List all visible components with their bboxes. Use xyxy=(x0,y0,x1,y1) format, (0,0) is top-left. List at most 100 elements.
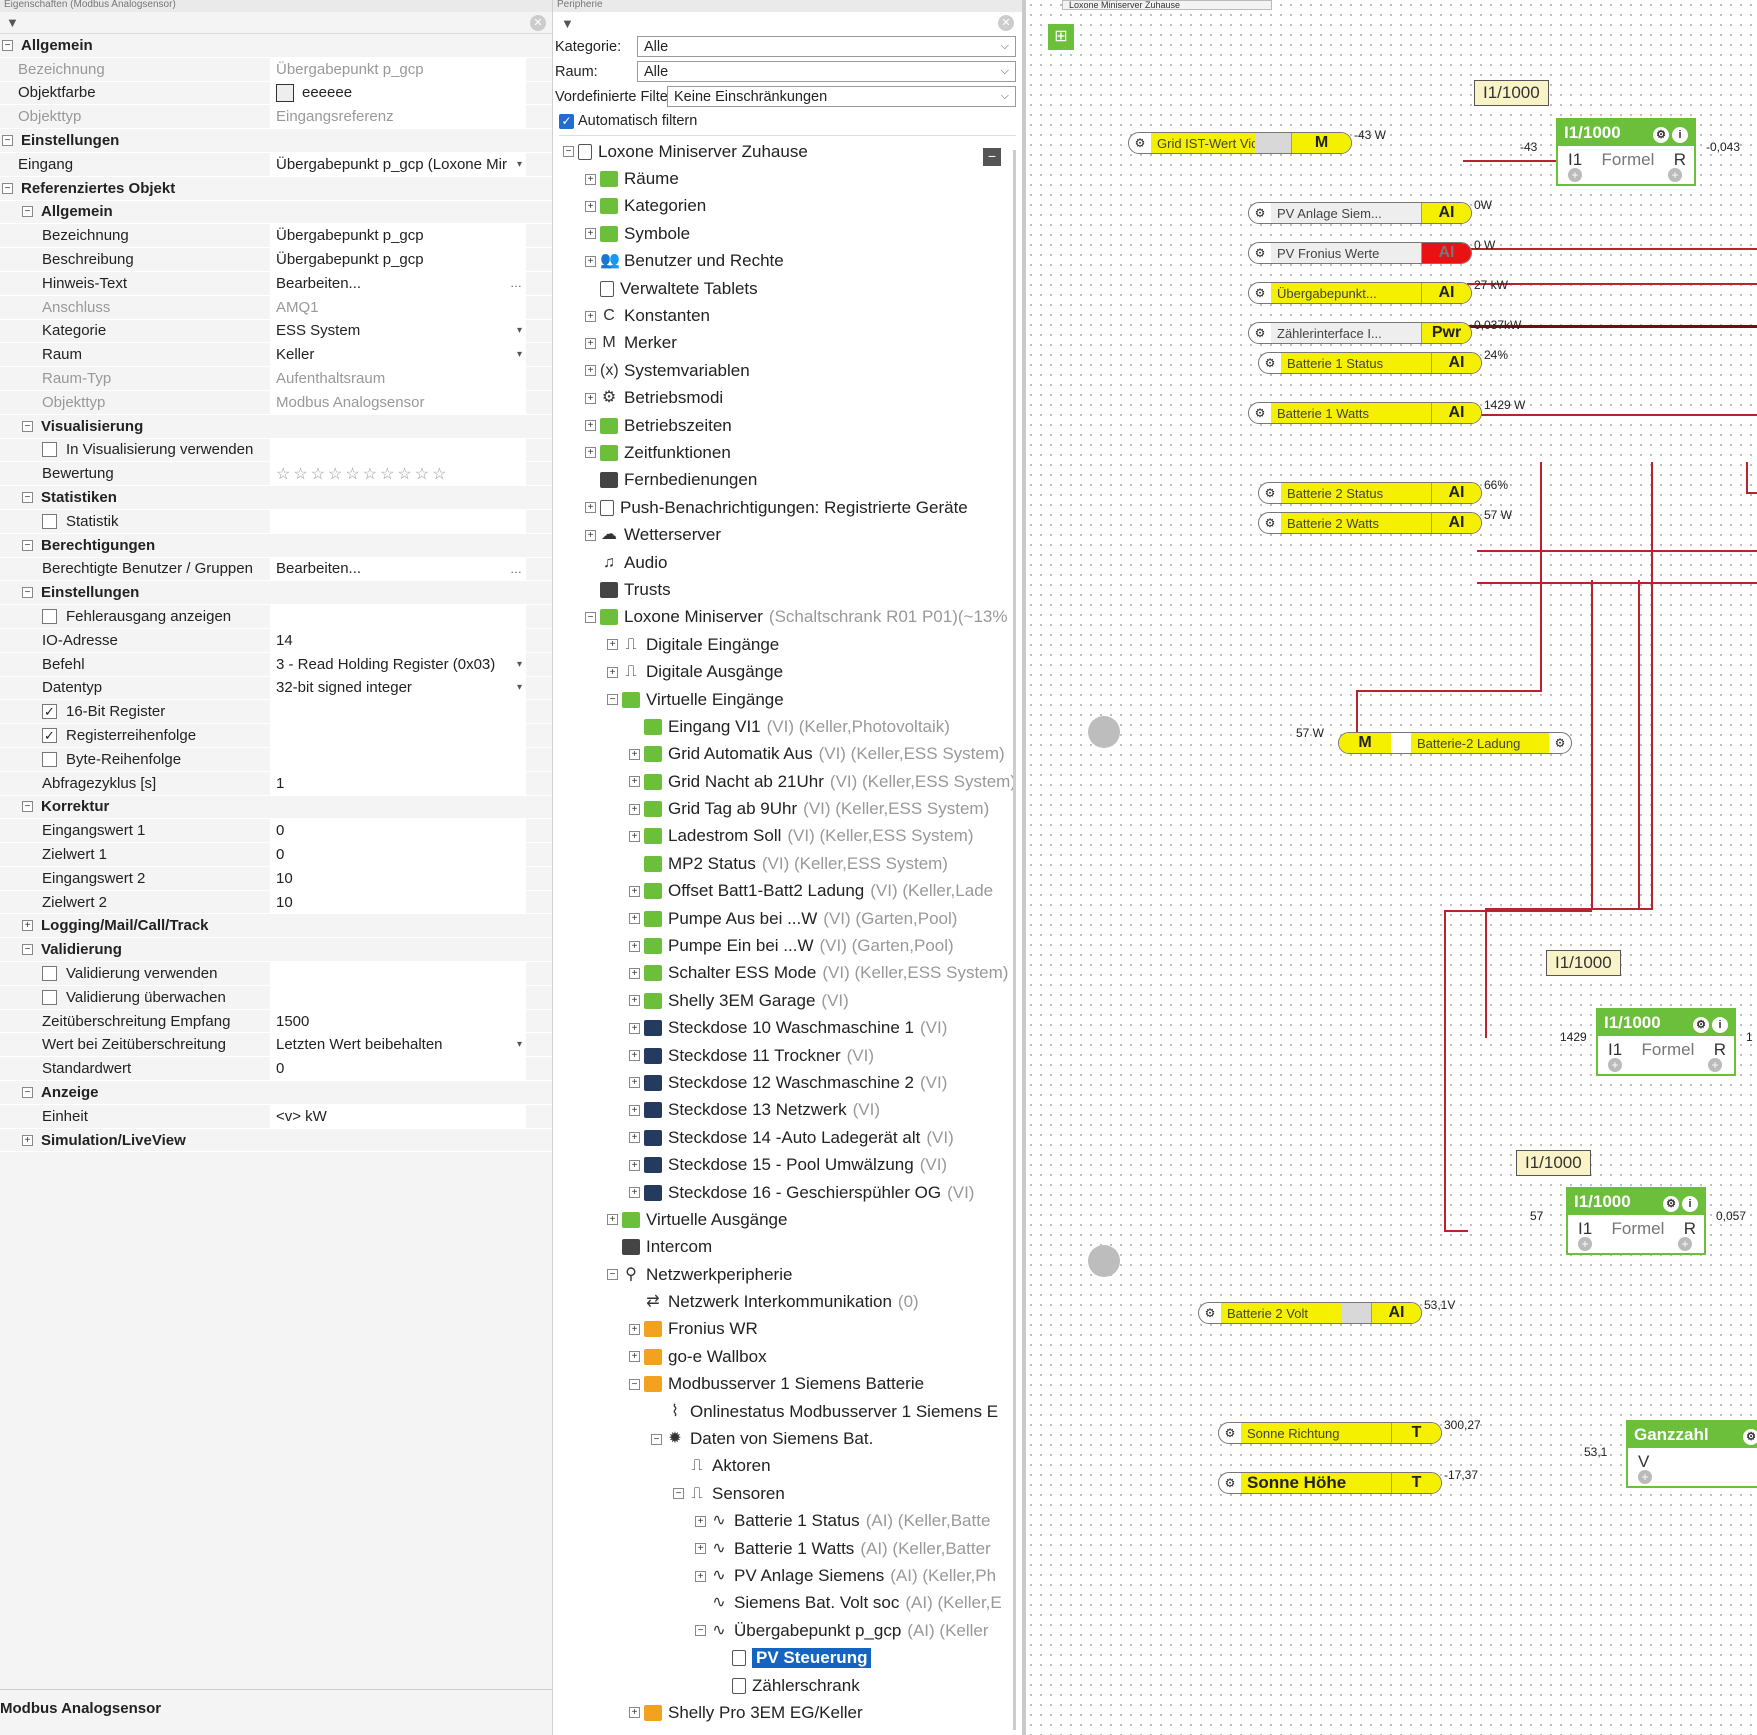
info-icon[interactable]: i xyxy=(1682,1196,1698,1212)
checkbox[interactable] xyxy=(42,609,57,625)
predefined-filter-select[interactable]: Keine Einschränkungen ⌵ xyxy=(667,86,1016,107)
checkbox[interactable] xyxy=(42,989,57,1005)
property-value[interactable] xyxy=(270,438,526,462)
collapse-icon[interactable]: − xyxy=(563,146,574,158)
add-output-icon[interactable]: + xyxy=(1678,1237,1692,1251)
expand-icon[interactable]: + xyxy=(629,995,640,1007)
tree-node[interactable]: + Kategorien xyxy=(553,193,1022,220)
property-value[interactable]: 0 xyxy=(270,1057,526,1081)
checkbox[interactable]: ✓ xyxy=(42,728,57,743)
tree-node[interactable]: + Grid Nacht ab 21Uhr (VI) (Keller,ESS Sys… xyxy=(553,768,1022,795)
formula-block[interactable]: I1/1000 ⚙ i I1 Formel R + + xyxy=(1596,1008,1736,1076)
property-value[interactable]: Übergabepunkt p_gcp xyxy=(270,57,526,81)
property-value[interactable] xyxy=(270,605,526,628)
tree-node[interactable]: + ⚙ Betriebsmodi xyxy=(553,385,1022,412)
collapse-icon[interactable]: − xyxy=(2,135,13,147)
tree-node[interactable]: − ⎍ Sensoren xyxy=(553,1480,1022,1507)
gear-icon[interactable]: ⚙ xyxy=(1249,206,1271,220)
input-block-sonne-richtung[interactable]: ⚙ Sonne Richtung T xyxy=(1218,1422,1442,1444)
gear-icon[interactable]: ⚙ xyxy=(1219,1426,1241,1440)
input-block-zaehler[interactable]: ⚙ Zählerinterface I... Pwr xyxy=(1248,322,1472,344)
tree-node[interactable]: + M Merker xyxy=(553,330,1022,357)
expand-icon[interactable]: + xyxy=(629,1050,640,1062)
tree-node[interactable]: + Räume xyxy=(553,165,1022,192)
formula-block[interactable]: I1/1000 ⚙ i I1 Formel R + + xyxy=(1556,118,1696,186)
property-section[interactable]: − Berechtigungen xyxy=(0,534,552,558)
expand-icon[interactable]: + xyxy=(22,920,33,932)
connector-dot[interactable] xyxy=(1088,1245,1120,1277)
ellipsis-button[interactable]: … xyxy=(510,562,522,576)
expand-icon[interactable]: + xyxy=(607,666,618,678)
property-value[interactable]: 10 xyxy=(270,890,526,914)
tree-node[interactable]: + Steckdose 11 Trockner (VI) xyxy=(553,1042,1022,1069)
info-icon[interactable]: i xyxy=(1672,127,1688,143)
tree-node[interactable]: − ∿ Übergabepunkt p_gcp (AI) (Keller xyxy=(553,1617,1022,1644)
gear-icon[interactable]: ⚙ xyxy=(1249,406,1271,420)
dropdown-arrow-icon[interactable]: ▾ xyxy=(517,325,522,336)
property-value[interactable] xyxy=(270,700,526,724)
property-value[interactable]: Übergabepunkt p_gcp (Loxone Mir ▾ xyxy=(270,152,526,176)
collapse-icon[interactable]: − xyxy=(2,182,13,194)
gear-icon[interactable]: ⚙ xyxy=(1259,356,1281,370)
collapse-icon[interactable]: − xyxy=(651,1433,662,1445)
tree-node[interactable]: ♫ Audio xyxy=(553,549,1022,576)
expand-icon[interactable]: + xyxy=(585,173,596,185)
color-swatch[interactable] xyxy=(276,83,294,102)
property-value[interactable]: AMQ1 xyxy=(270,295,526,319)
collapse-icon[interactable]: − xyxy=(2,39,13,51)
tree-node[interactable]: + ∿ Batterie 1 Status (AI) (Keller,Batte xyxy=(553,1508,1022,1535)
tree-node[interactable]: + Shelly Pro 3EM EG/Keller xyxy=(553,1699,1022,1726)
property-value[interactable]: 3 - Read Holding Register (0x03) ▾ xyxy=(270,652,526,676)
kategorie-select[interactable]: Alle ⌵ xyxy=(637,36,1016,57)
tree-node[interactable]: + Grid Tag ab 9Uhr (VI) (Keller,ESS System… xyxy=(553,795,1022,822)
program-canvas[interactable]: Loxone Miniserver Zuhause ⊞ ⚙ Grid IST-We… xyxy=(1023,0,1757,1735)
property-section[interactable]: − Anzeige xyxy=(0,1081,552,1105)
collapse-icon[interactable]: − xyxy=(673,1488,684,1500)
collapse-icon[interactable]: − xyxy=(607,1269,618,1281)
checkbox[interactable] xyxy=(42,513,57,529)
collapse-icon[interactable]: − xyxy=(22,944,33,956)
checkbox[interactable] xyxy=(42,442,57,458)
expand-icon[interactable]: + xyxy=(629,748,640,760)
property-value[interactable]: 32-bit signed integer ▾ xyxy=(270,676,526,700)
property-value[interactable]: Letzten Wert beibehalten ▾ xyxy=(270,1033,526,1057)
input-block-pv-anlage[interactable]: ⚙ PV Anlage Siem... AI xyxy=(1248,202,1472,224)
collapse-icon[interactable]: − xyxy=(629,1378,640,1390)
expand-icon[interactable]: + xyxy=(629,940,640,952)
tree-node[interactable]: − ✹ Daten von Siemens Bat. xyxy=(553,1425,1022,1452)
tree-node[interactable]: − Virtuelle Eingänge xyxy=(553,686,1022,713)
checkbox[interactable] xyxy=(42,751,57,767)
filter-icon[interactable]: ▼ xyxy=(6,15,19,30)
tree-node[interactable]: Zählerschrank xyxy=(553,1672,1022,1699)
property-section[interactable]: + Simulation/LiveView xyxy=(0,1129,552,1153)
expand-icon[interactable]: + xyxy=(585,337,596,349)
tree-node[interactable]: PV Steuerung xyxy=(553,1644,1022,1671)
tab-program[interactable]: Loxone Miniserver Zuhause xyxy=(1062,0,1272,10)
property-value[interactable]: <v> kW xyxy=(270,1104,526,1128)
collapse-icon[interactable]: − xyxy=(695,1625,706,1637)
expand-icon[interactable]: + xyxy=(585,447,596,459)
expand-icon[interactable]: + xyxy=(695,1570,706,1582)
clear-filter-icon[interactable]: ✕ xyxy=(998,15,1014,31)
property-value[interactable] xyxy=(270,985,526,1009)
gear-icon[interactable]: ⚙ xyxy=(1249,246,1271,260)
gear-icon[interactable]: ⚙ xyxy=(1219,1476,1241,1490)
tree-node[interactable]: + ⎍ Digitale Eingänge xyxy=(553,631,1022,658)
input-block-grid-ist[interactable]: ⚙ Grid IST-Wert Vic. M xyxy=(1128,132,1352,154)
tree-node[interactable]: + Offset Batt1-Batt2 Ladung (VI) (Keller,L… xyxy=(553,878,1022,905)
expand-icon[interactable]: + xyxy=(629,1104,640,1116)
property-section[interactable]: − Allgemein xyxy=(0,201,552,225)
tree-node[interactable]: + Steckdose 10 Waschmaschine 1 (VI) xyxy=(553,1015,1022,1042)
property-value[interactable]: ESS System ▾ xyxy=(270,319,526,343)
property-value[interactable]: Aufenthaltsraum xyxy=(270,367,526,390)
collapse-icon[interactable]: − xyxy=(22,1086,33,1098)
tree-node[interactable]: + Shelly 3EM Garage (VI) xyxy=(553,987,1022,1014)
checkbox[interactable] xyxy=(42,965,57,981)
tree-node[interactable]: Trusts xyxy=(553,576,1022,603)
formula-block[interactable]: I1/1000 ⚙ i I1 Formel R + + xyxy=(1566,1187,1706,1255)
gear-icon[interactable]: ⚙ xyxy=(1199,1306,1221,1320)
expand-icon[interactable]: + xyxy=(22,1134,33,1146)
property-section[interactable]: − Einstellungen xyxy=(0,581,552,606)
gear-icon[interactable]: ⚙ xyxy=(1259,486,1281,500)
expand-icon[interactable]: + xyxy=(585,200,596,212)
